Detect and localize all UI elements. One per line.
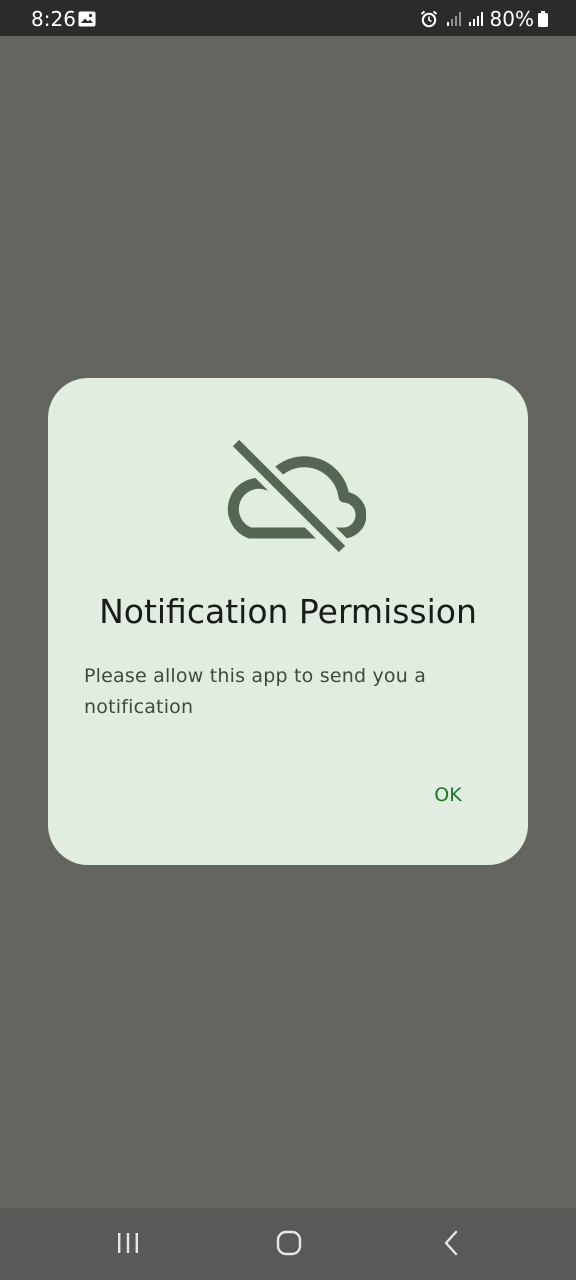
cloud-off-icon xyxy=(227,437,366,555)
recents-icon xyxy=(118,1233,138,1253)
back-button[interactable] xyxy=(431,1226,471,1260)
status-icons: 80% xyxy=(420,7,548,31)
back-icon xyxy=(444,1230,458,1256)
status-time: 8:26 xyxy=(31,7,76,31)
signal-icon xyxy=(446,12,461,26)
screen: 8:26 80% Notification Permission Please … xyxy=(0,0,576,1280)
image-icon xyxy=(78,11,96,27)
battery-percent: 80% xyxy=(489,7,534,31)
alarm-icon xyxy=(420,10,437,28)
battery-icon xyxy=(538,11,548,27)
signal-icon xyxy=(468,12,483,26)
navigation-bar xyxy=(0,1208,576,1280)
home-button[interactable] xyxy=(269,1226,309,1260)
home-icon xyxy=(276,1230,302,1256)
dialog-message: Please allow this app to send you a noti… xyxy=(84,665,427,718)
recents-button[interactable] xyxy=(108,1226,148,1260)
ok-button[interactable]: OK xyxy=(418,776,478,814)
dialog-title: Notification Permission xyxy=(99,592,477,631)
status-bar: 8:26 80% xyxy=(0,0,576,36)
